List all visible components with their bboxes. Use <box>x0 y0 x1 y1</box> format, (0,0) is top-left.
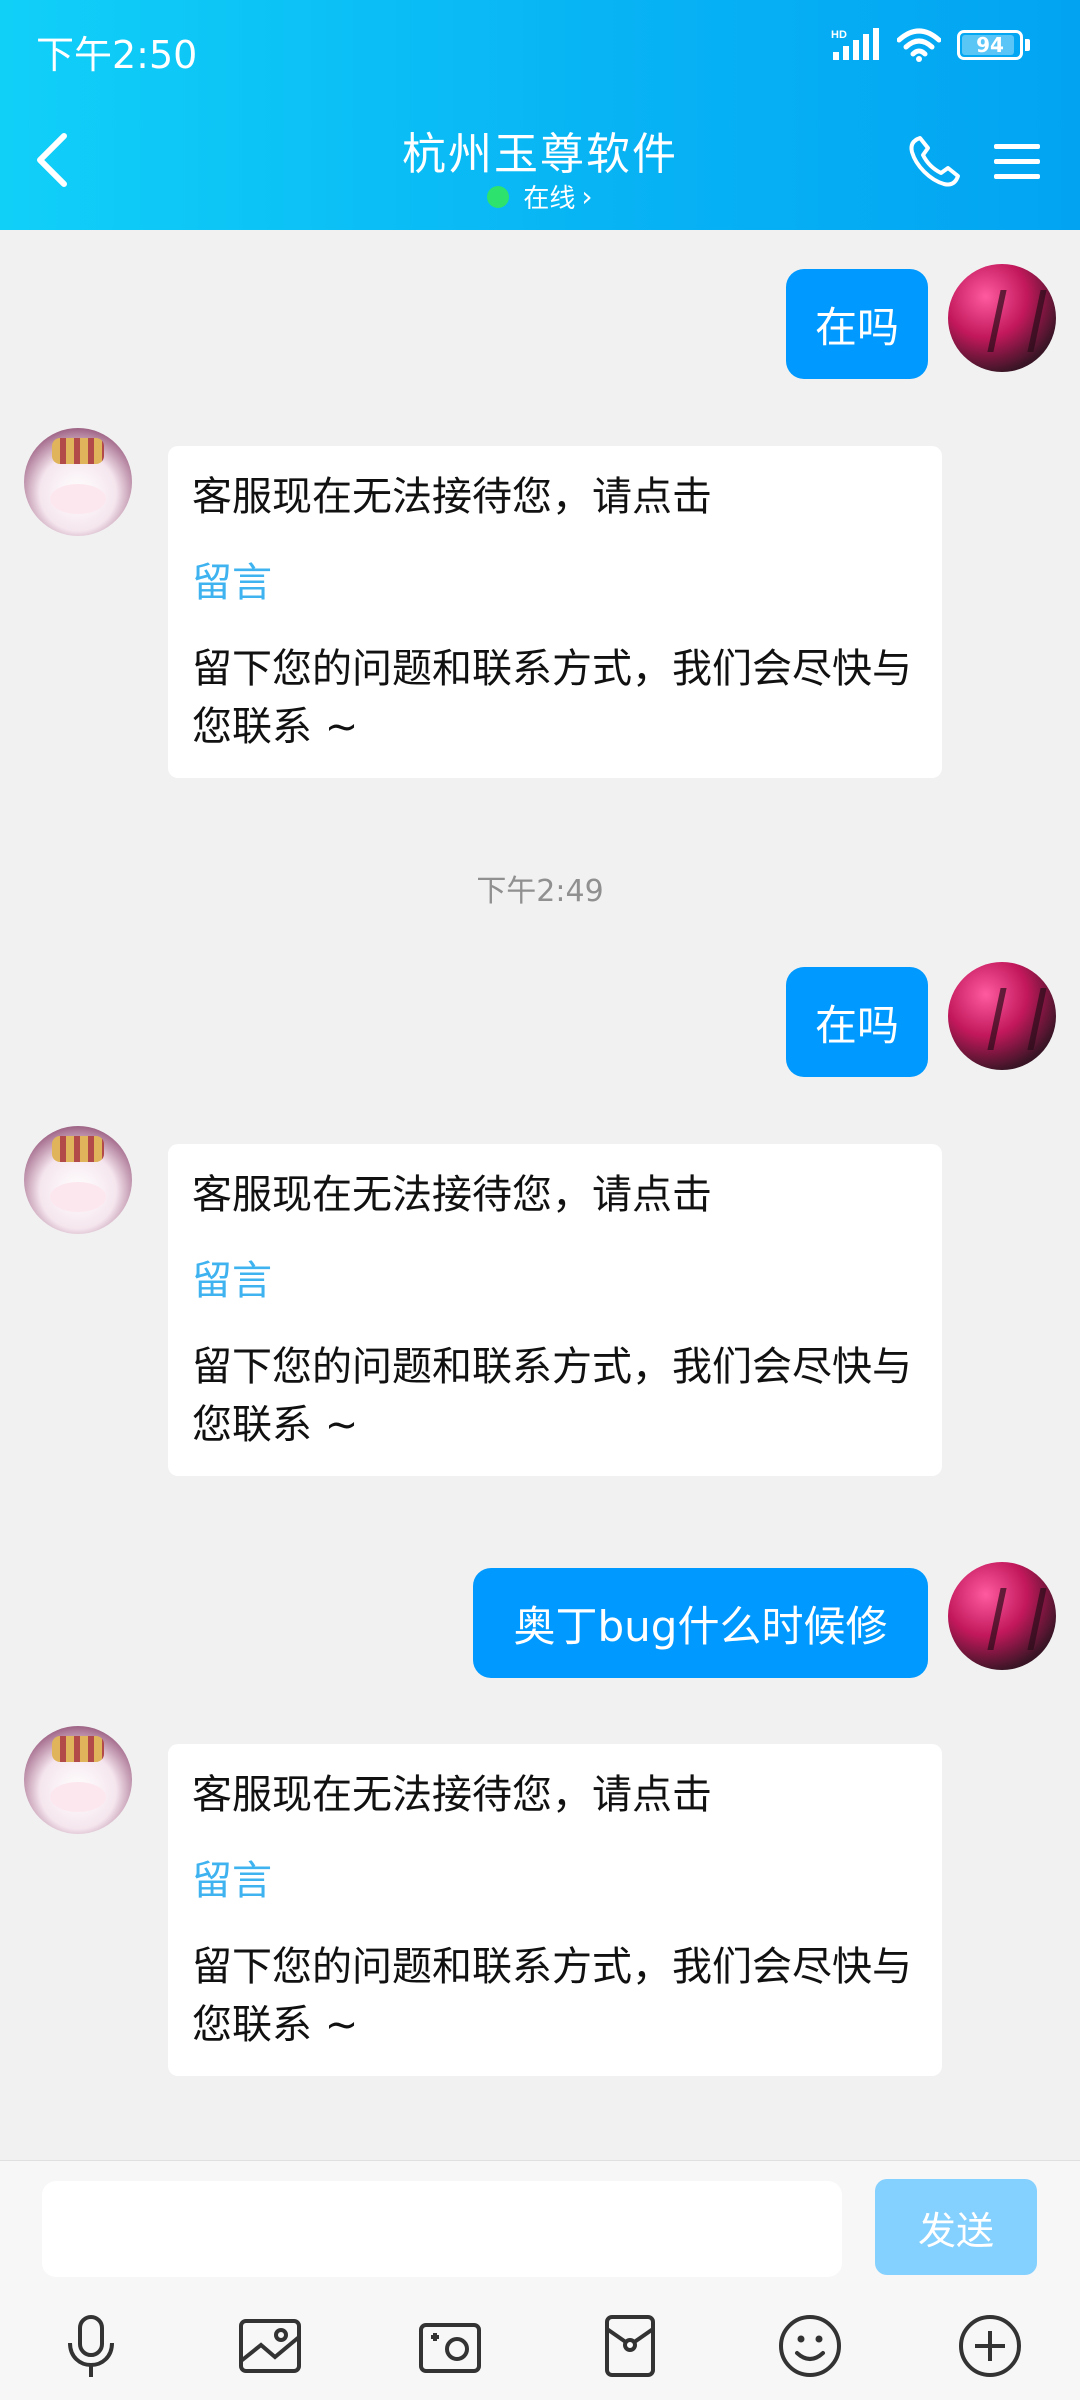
agent-avatar[interactable] <box>24 428 132 536</box>
outgoing-message-bubble[interactable]: 奥丁bug什么时候修 <box>473 1568 928 1678</box>
svg-text:HD: HD <box>831 29 847 41</box>
self-avatar[interactable] <box>948 264 1056 372</box>
image-icon[interactable] <box>235 2311 305 2381</box>
composer-toolbar <box>0 2311 1080 2391</box>
signal-icon: HD <box>831 28 879 60</box>
message-timestamp: 下午2:49 <box>476 874 604 909</box>
microphone-icon[interactable] <box>56 2311 126 2381</box>
self-avatar[interactable] <box>948 1562 1056 1670</box>
battery-icon: 94 <box>957 30 1030 60</box>
agent-avatar[interactable] <box>24 1126 132 1234</box>
incoming-message-bubble: 客服现在无法接待您，请点击 留言 留下您的问题和联系方式，我们会尽快与您联系 ~ <box>168 1144 942 1476</box>
message-text: 客服现在无法接待您，请点击 <box>192 1172 712 1218</box>
message-text: 客服现在无法接待您，请点击 <box>192 474 712 520</box>
leave-message-link[interactable]: 留言 <box>192 1852 918 1910</box>
chevron-right-icon: › <box>581 180 593 213</box>
composer-bar: 发送 <box>0 2160 1080 2400</box>
status-icons: HD 94 <box>831 28 1030 62</box>
outgoing-message-bubble[interactable]: 在吗 <box>786 269 928 379</box>
message-text: 留下您的问题和联系方式，我们会尽快与您联系 ~ <box>192 1944 912 2048</box>
phone-call-button[interactable] <box>906 132 964 190</box>
incoming-message-bubble: 客服现在无法接待您，请点击 留言 留下您的问题和联系方式，我们会尽快与您联系 ~ <box>168 446 942 778</box>
status-time: 下午2:50 <box>36 33 198 77</box>
leave-message-link[interactable]: 留言 <box>192 554 918 612</box>
presence-label: 在线 <box>523 184 576 214</box>
incoming-message-bubble: 客服现在无法接待您，请点击 留言 留下您的问题和联系方式，我们会尽快与您联系 ~ <box>168 1744 942 2076</box>
self-avatar[interactable] <box>948 962 1056 1070</box>
agent-avatar[interactable] <box>24 1726 132 1834</box>
message-text: 客服现在无法接待您，请点击 <box>192 1772 712 1818</box>
red-packet-icon[interactable] <box>595 2311 665 2381</box>
message-input[interactable] <box>42 2181 842 2277</box>
chat-header: 下午2:50 HD 94 杭州玉尊软件 在线 › <box>0 0 1080 230</box>
menu-button[interactable] <box>994 140 1040 184</box>
message-text: 留下您的问题和联系方式，我们会尽快与您联系 ~ <box>192 1344 912 1448</box>
leave-message-link[interactable]: 留言 <box>192 1252 918 1310</box>
message-text: 留下您的问题和联系方式，我们会尽快与您联系 ~ <box>192 646 912 750</box>
battery-level: 94 <box>976 33 1004 57</box>
wifi-icon <box>897 28 941 62</box>
send-button[interactable]: 发送 <box>875 2179 1037 2275</box>
online-dot-icon <box>487 185 510 208</box>
camera-icon[interactable] <box>415 2311 485 2381</box>
emoji-icon[interactable] <box>775 2311 845 2381</box>
plus-icon[interactable] <box>955 2311 1025 2381</box>
outgoing-message-bubble[interactable]: 在吗 <box>786 967 928 1077</box>
